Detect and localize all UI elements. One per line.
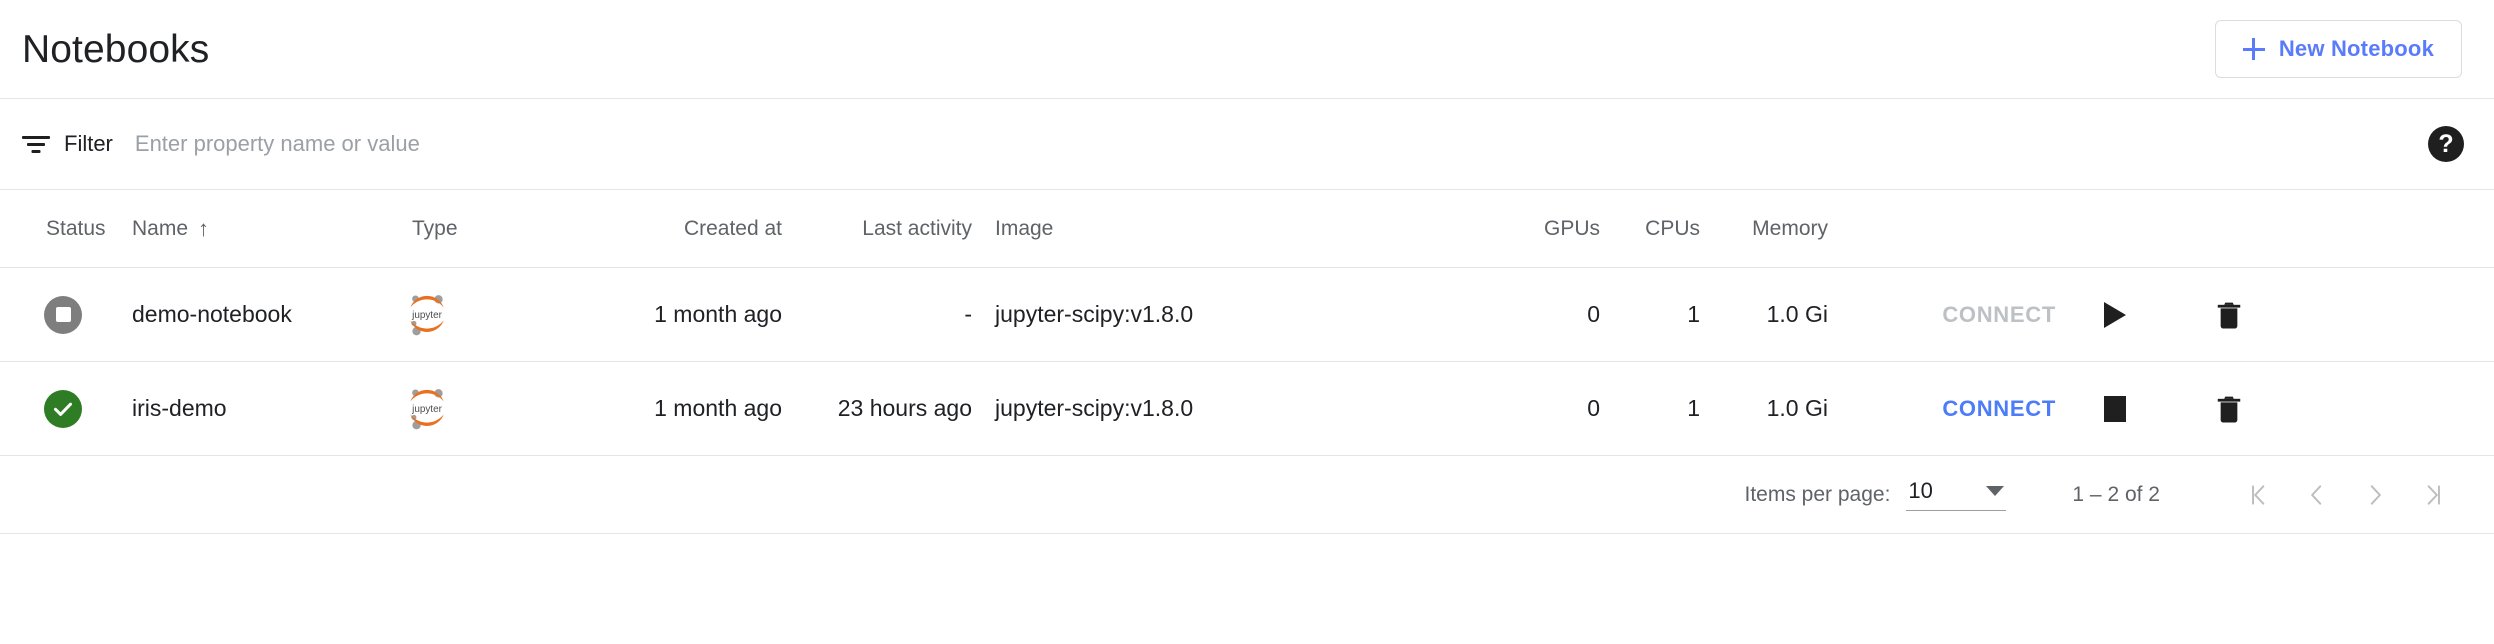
check-icon	[54, 402, 72, 416]
table-row[interactable]: demo-notebook jupyter 1 month ago - jupy…	[0, 268, 2494, 362]
column-header-type[interactable]: Type	[404, 217, 594, 241]
connect-link[interactable]: CONNECT	[1942, 396, 2056, 422]
trash-icon-glyph	[2217, 302, 2241, 328]
cell-memory: 1.0 Gi	[1766, 301, 1828, 327]
cell-run-stop	[2056, 386, 2174, 432]
cell-image: jupyter-scipy:v1.8.0	[995, 301, 1194, 327]
items-per-page-select[interactable]: 10	[1906, 478, 2007, 511]
filter-label: Filter	[64, 131, 113, 156]
cell-connect: CONNECT	[1828, 302, 2056, 328]
cell-cpus: 1	[1687, 301, 1700, 327]
svg-text:jupyter: jupyter	[411, 404, 442, 415]
trash-icon[interactable]	[2206, 386, 2252, 432]
last-page-icon[interactable]	[2404, 466, 2462, 524]
previous-page-icon[interactable]	[2288, 466, 2346, 524]
notebooks-table: Status Name ↑ Type Created at Last activ…	[0, 190, 2494, 534]
stop-icon[interactable]	[2092, 386, 2138, 432]
column-header-memory[interactable]: Memory	[1700, 217, 1828, 241]
column-header-last-activity[interactable]: Last activity	[782, 217, 972, 241]
page-header: Notebooks New Notebook	[0, 0, 2494, 98]
table-header-row: Status Name ↑ Type Created at Last activ…	[0, 190, 2494, 268]
jupyter-logo-icon: jupyter	[410, 294, 444, 335]
paginator: Items per page: 10 1 – 2 of 2	[0, 456, 2494, 534]
page-title: Notebooks	[22, 27, 210, 71]
cell-image: jupyter-scipy:v1.8.0	[995, 395, 1194, 421]
cell-status	[22, 389, 132, 428]
items-per-page-value: 10	[1908, 478, 1933, 503]
jupyter-logo-icon: jupyter	[410, 388, 444, 429]
cell-status	[22, 295, 132, 334]
cell-created-at: 1 month ago	[654, 395, 782, 421]
cell-name: demo-notebook	[132, 301, 292, 327]
column-header-name-label: Name	[132, 216, 189, 240]
play-icon[interactable]	[2092, 292, 2138, 338]
cell-gpus: 0	[1587, 301, 1600, 327]
cell-type: jupyter	[404, 292, 594, 338]
connect-link: CONNECT	[1942, 301, 2056, 327]
cell-gpus: 0	[1587, 395, 1600, 421]
next-page-icon[interactable]	[2346, 466, 2404, 524]
cell-memory: 1.0 Gi	[1766, 395, 1828, 421]
cell-last-activity: 23 hours ago	[837, 395, 972, 421]
column-header-cpus[interactable]: CPUs	[1600, 217, 1700, 241]
cell-cpus: 1	[1687, 395, 1700, 421]
sort-ascending-icon: ↑	[198, 215, 210, 241]
new-notebook-button[interactable]: New Notebook	[2214, 20, 2462, 78]
svg-text:jupyter: jupyter	[411, 310, 442, 321]
items-per-page-label: Items per page:	[1744, 482, 1891, 506]
column-header-status[interactable]: Status	[22, 217, 132, 241]
new-notebook-button-label: New Notebook	[2278, 36, 2434, 61]
filter-input[interactable]	[134, 131, 835, 157]
cell-type: jupyter	[404, 386, 594, 432]
cell-name: iris-demo	[132, 395, 227, 421]
column-header-created-at[interactable]: Created at	[594, 217, 782, 241]
cell-connect: CONNECT	[1828, 396, 2056, 422]
cell-last-activity: -	[964, 301, 972, 327]
filter-bar: Filter ?	[0, 99, 2494, 189]
cell-run-stop	[2056, 292, 2174, 338]
plus-icon	[2242, 38, 2265, 60]
help-icon[interactable]: ?	[2428, 126, 2464, 162]
column-header-gpus[interactable]: GPUs	[1290, 217, 1600, 241]
trash-icon-glyph	[2217, 396, 2241, 422]
table-row[interactable]: iris-demo jupyter 1 month ago 23 hours a…	[0, 362, 2494, 456]
page-range-label: 1 – 2 of 2	[2072, 482, 2160, 506]
filter-icon	[22, 134, 50, 154]
chevron-down-icon	[1986, 486, 2005, 496]
cell-created-at: 1 month ago	[654, 301, 782, 327]
column-header-image[interactable]: Image	[972, 217, 1290, 241]
status-ready-icon	[44, 389, 82, 428]
cell-delete	[2174, 386, 2284, 432]
cell-delete	[2174, 292, 2284, 338]
first-page-icon[interactable]	[2230, 466, 2288, 524]
column-header-name[interactable]: Name ↑	[132, 217, 404, 241]
status-stopped-icon	[44, 295, 82, 334]
trash-icon[interactable]	[2206, 292, 2252, 338]
